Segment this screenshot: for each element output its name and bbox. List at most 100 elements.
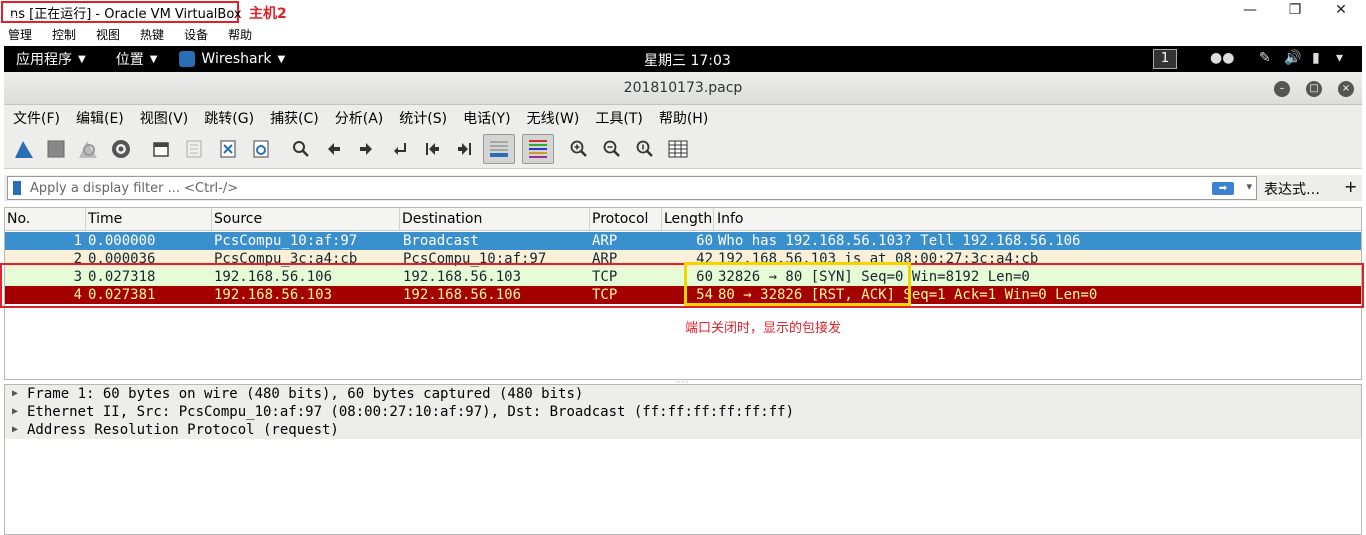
menu-view[interactable]: 视图(V)	[140, 108, 189, 128]
applications-label: 应用程序	[16, 52, 72, 68]
annotation-red-box	[0, 263, 1364, 308]
open-file-icon[interactable]	[149, 137, 173, 161]
minimize-icon[interactable]: —	[1240, 2, 1260, 18]
vbox-menu-help[interactable]: 帮助	[228, 26, 252, 43]
column-header-info[interactable]: Info	[717, 211, 744, 227]
packet-number: 1	[73, 233, 82, 249]
column-header-length[interactable]: Length	[664, 211, 712, 227]
resize-columns-icon[interactable]	[666, 137, 690, 161]
column-header-source[interactable]: Source	[214, 211, 262, 227]
go-forward-icon[interactable]	[354, 137, 378, 161]
packet-details-pane[interactable]: ▶ Frame 1: 60 bytes on wire (480 bits), …	[4, 384, 1362, 535]
menu-wireless[interactable]: 无线(W)	[527, 108, 580, 128]
column-divider[interactable]	[661, 208, 662, 231]
column-divider[interactable]	[713, 208, 714, 231]
packet-length: 60	[696, 233, 713, 249]
column-divider[interactable]	[85, 208, 86, 231]
column-header-protocol[interactable]: Protocol	[592, 211, 648, 227]
find-packet-icon[interactable]	[289, 137, 313, 161]
column-divider[interactable]	[399, 208, 400, 231]
capture-options-icon[interactable]	[109, 137, 133, 161]
close-icon[interactable]: ×	[1338, 81, 1354, 97]
annotation-note: 端口关闭时，显示的包接发	[685, 321, 842, 336]
go-to-packet-icon[interactable]	[388, 137, 412, 161]
detail-arp: Address Resolution Protocol (request)	[27, 422, 339, 438]
expand-arrow-icon[interactable]: ▶	[12, 385, 18, 403]
menu-capture[interactable]: 捕获(C)	[270, 108, 319, 128]
packet-source: PcsCompu_10:af:97	[214, 233, 358, 249]
menu-tools[interactable]: 工具(T)	[595, 108, 642, 128]
vbox-menu-hotkeys[interactable]: 热键	[140, 26, 164, 43]
menu-analyze[interactable]: 分析(A)	[335, 108, 384, 128]
column-header-destination[interactable]: Destination	[402, 211, 482, 227]
vbox-menu-control[interactable]: 控制	[52, 26, 76, 43]
battery-icon[interactable]: ▮	[1312, 50, 1320, 66]
places-menu[interactable]: 位置 ▼	[116, 49, 158, 69]
detail-tree-item[interactable]: ▶ Frame 1: 60 bytes on wire (480 bits), …	[5, 385, 1361, 403]
column-divider[interactable]	[589, 208, 590, 231]
expression-button[interactable]: 表达式…	[1264, 179, 1320, 199]
detail-tree-item[interactable]: ▶ Ethernet II, Src: PcsCompu_10:af:97 (0…	[5, 403, 1361, 421]
active-app-menu[interactable]: Wireshark ▼	[179, 51, 285, 67]
menu-telephony[interactable]: 电话(Y)	[463, 108, 510, 128]
places-label: 位置	[115, 52, 144, 68]
detail-ethernet: Ethernet II, Src: PcsCompu_10:af:97 (08:…	[27, 404, 795, 420]
start-capture-icon[interactable]	[12, 137, 36, 161]
minimize-icon[interactable]: –	[1274, 81, 1290, 97]
bookmark-icon[interactable]	[13, 181, 21, 195]
close-file-icon[interactable]	[216, 137, 240, 161]
applications-menu[interactable]: 应用程序 ▼	[16, 49, 86, 69]
maximize-icon[interactable]: □	[1306, 81, 1322, 97]
menu-file[interactable]: 文件(F)	[13, 108, 60, 128]
annotation-host-label: 主机2	[249, 6, 287, 22]
packet-protocol: ARP	[592, 233, 618, 249]
stop-capture-icon[interactable]	[44, 137, 68, 161]
filter-placeholder: Apply a display filter ... <Ctrl-/>	[30, 181, 239, 196]
capture-file-title: 201810173.pacp	[623, 80, 743, 96]
workspace-indicator[interactable]: 1	[1153, 49, 1177, 69]
wireshark-headerbar: 201810173.pacp – □ ×	[4, 72, 1362, 105]
auto-scroll-icon[interactable]	[483, 134, 515, 164]
go-back-icon[interactable]	[322, 137, 346, 161]
column-header-time[interactable]: Time	[88, 211, 122, 227]
caret-down-icon[interactable]: ▾	[1336, 50, 1343, 66]
zoom-in-icon[interactable]	[567, 137, 591, 161]
zoom-out-icon[interactable]	[600, 137, 624, 161]
restart-capture-icon[interactable]	[76, 137, 100, 161]
go-last-icon[interactable]	[453, 137, 477, 161]
vbox-menu-view[interactable]: 视图	[96, 26, 120, 43]
menu-go[interactable]: 跳转(G)	[204, 108, 254, 128]
apply-filter-arrow-icon[interactable]: ➡	[1212, 182, 1234, 195]
restore-icon[interactable]: ❐	[1285, 2, 1305, 18]
column-header-no[interactable]: No.	[7, 211, 30, 227]
close-icon[interactable]: ✕	[1331, 2, 1351, 18]
reload-file-icon[interactable]	[249, 137, 273, 161]
packet-row-selected[interactable]: 1 0.000000 PcsCompu_10:af:97 Broadcast A…	[5, 232, 1361, 250]
detail-tree-item[interactable]: ▶ Address Resolution Protocol (request)	[5, 421, 1361, 439]
caret-down-icon: ▼	[149, 53, 158, 65]
pen-icon[interactable]: ✎	[1259, 50, 1271, 66]
column-divider[interactable]	[211, 208, 212, 231]
menu-help[interactable]: 帮助(H)	[659, 108, 708, 128]
menu-edit[interactable]: 编辑(E)	[76, 108, 124, 128]
go-first-icon[interactable]	[420, 137, 444, 161]
vbox-menu-devices[interactable]: 设备	[184, 26, 208, 43]
annotation-yellow-box	[684, 262, 911, 306]
users-icon[interactable]: ●●	[1210, 50, 1234, 66]
packet-list-header: No. Time Source Destination Protocol Len…	[5, 208, 1361, 231]
vbox-window-title: ns [正在运行] - Oracle VM VirtualBox	[10, 6, 242, 22]
expand-arrow-icon[interactable]: ▶	[12, 421, 18, 439]
display-filter-input[interactable]: Apply a display filter ... <Ctrl-/> ➡ ▾	[7, 176, 1257, 200]
vbox-menu-manage[interactable]: 管理	[8, 26, 32, 43]
menu-statistics[interactable]: 统计(S)	[399, 108, 447, 128]
expand-arrow-icon[interactable]: ▶	[12, 403, 18, 421]
zoom-normal-icon[interactable]	[633, 137, 657, 161]
add-filter-button[interactable]: +	[1344, 177, 1357, 196]
filter-history-dropdown-icon[interactable]: ▾	[1246, 180, 1252, 193]
colorize-icon[interactable]	[522, 134, 554, 164]
volume-icon[interactable]: 🔊	[1284, 50, 1301, 66]
save-file-icon[interactable]	[182, 137, 206, 161]
caret-down-icon: ▼	[78, 53, 86, 65]
clock[interactable]: 星期三 17:03	[644, 50, 731, 70]
main-toolbar	[4, 131, 1362, 169]
